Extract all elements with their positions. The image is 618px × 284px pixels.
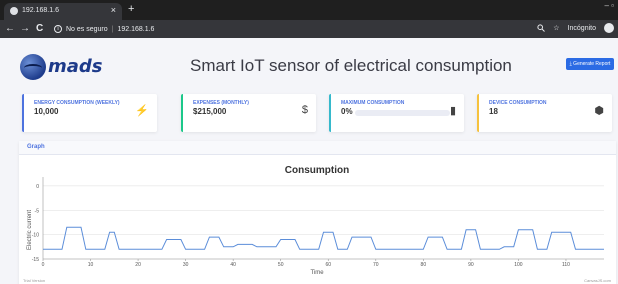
x-tick-label: 100: [514, 262, 523, 268]
browser-titlebar: 192.168.1.6 × + – ▫: [0, 0, 618, 20]
incognito-label: Incógnito: [567, 24, 596, 32]
logo: mads: [20, 54, 120, 80]
incognito-icon[interactable]: [604, 23, 614, 33]
y-tick-label: -10: [32, 233, 39, 239]
y-axis-label: Electric current: [27, 210, 33, 250]
card-value: 10,000: [34, 107, 59, 116]
x-tick-label: 60: [325, 262, 331, 268]
url-text: 192.168.1.6: [117, 25, 155, 33]
chart-title: Consumption: [285, 165, 349, 176]
card-label: MAXIMUM CONSUMPTION: [341, 100, 405, 106]
graph-card: Graph Consumption Time Electric current …: [19, 141, 616, 284]
page-content: mads Smart IoT sensor of electrical cons…: [0, 38, 618, 284]
dollar-icon: $: [301, 104, 308, 116]
search-icon[interactable]: [537, 24, 546, 32]
toolbar-right: ☆ Incógnito: [537, 23, 614, 33]
generate-report-button[interactable]: ⤓ Generate Report: [566, 58, 614, 70]
x-tick-label: 40: [230, 262, 236, 268]
new-tab-button[interactable]: +: [128, 3, 134, 15]
page-title: Smart IoT sensor of electrical consumpti…: [190, 56, 512, 75]
star-icon[interactable]: ☆: [553, 24, 559, 32]
globe-logo-icon: [20, 54, 46, 80]
card-energy-consumption: ENERGY CONSUMPTION (WEEKLY) 10,000 ⚡: [22, 94, 157, 132]
watermark-left: Trial Version: [23, 278, 45, 283]
x-tick-label: 10: [88, 262, 94, 268]
x-tick-label: 90: [468, 262, 474, 268]
progress-bar: [355, 110, 450, 116]
plug-icon: ⬢: [594, 105, 604, 117]
reload-button[interactable]: C: [36, 23, 43, 34]
graph-header-title: Graph: [27, 144, 45, 150]
lightning-icon: ⚡: [135, 105, 149, 117]
window-controls[interactable]: – ▫: [604, 1, 614, 10]
clipboard-icon: ▮: [449, 105, 456, 117]
address-separator: |: [111, 25, 114, 33]
card-device-consumption: DEVICE CONSUMPTION 18 ⬢: [477, 94, 612, 132]
y-tick-label: -5: [35, 208, 40, 214]
card-value: $215,000: [193, 107, 227, 116]
security-text: No es seguro: [66, 25, 108, 33]
card-value: 18: [489, 107, 498, 116]
x-axis-label: Time: [310, 270, 324, 276]
x-tick-label: 50: [278, 262, 284, 268]
consumption-chart[interactable]: Consumption Time Electric current Trial …: [19, 156, 616, 284]
x-tick-label: 70: [373, 262, 379, 268]
close-tab-button[interactable]: ×: [111, 5, 116, 15]
card-expenses: EXPENSES (MONTHLY) $215,000 $: [181, 94, 316, 132]
address-bar[interactable]: i No es seguro | 192.168.1.6: [54, 23, 154, 35]
card-value: 0%: [341, 107, 353, 116]
x-tick-label: 80: [421, 262, 427, 268]
card-maximum-consumption: MAXIMUM CONSUMPTION 0% ▮: [329, 94, 464, 132]
browser-toolbar: ← → C i No es seguro | 192.168.1.6 ☆ Inc…: [0, 20, 618, 38]
info-icon[interactable]: i: [54, 25, 62, 33]
y-tick-label: 0: [36, 184, 39, 190]
x-tick-label: 20: [135, 262, 141, 268]
x-tick-label: 0: [42, 262, 45, 268]
plot-area: 0-5-10-150 10 20 30 40 50 60 70 80 90 100 110: [32, 177, 604, 268]
logo-text: mads: [48, 56, 103, 77]
graph-header: Graph: [19, 141, 616, 155]
tab-title: 192.168.1.6: [22, 7, 59, 14]
card-label: DEVICE CONSUMPTION: [489, 100, 547, 106]
x-tick-label: 30: [183, 262, 189, 268]
y-tick-label: -15: [32, 257, 39, 263]
globe-icon: [10, 7, 18, 15]
browser-tab[interactable]: 192.168.1.6 ×: [4, 3, 122, 20]
card-label: EXPENSES (MONTHLY): [193, 100, 249, 106]
back-button[interactable]: ←: [5, 23, 15, 34]
watermark-right[interactable]: CanvasJS.com: [584, 278, 612, 283]
consumption-series-line: [43, 226, 604, 250]
card-label: ENERGY CONSUMPTION (WEEKLY): [34, 100, 120, 106]
x-tick-label: 110: [562, 262, 570, 268]
forward-button[interactable]: →: [20, 23, 30, 34]
